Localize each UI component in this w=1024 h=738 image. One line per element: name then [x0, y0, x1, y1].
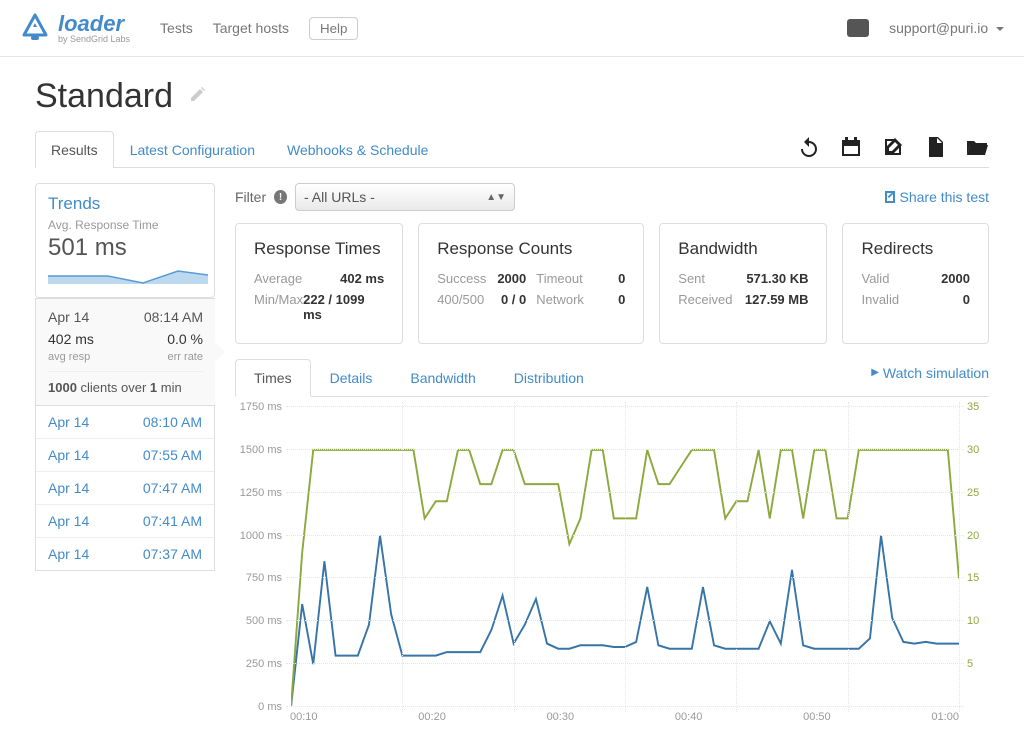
sub-tab-details[interactable]: Details: [311, 359, 392, 397]
main: Filter ! - All URLs - ▲▼ Share this test…: [235, 183, 989, 723]
history-item[interactable]: Apr 1407:41 AM: [36, 505, 214, 538]
history-item[interactable]: Apr 1407:37 AM: [36, 538, 214, 570]
filter-row: Filter ! - All URLs - ▲▼ Share this test: [235, 183, 989, 211]
filter-select[interactable]: - All URLs - ▲▼: [295, 183, 515, 211]
loader-logo-icon: [20, 13, 50, 43]
page-title: Standard: [35, 77, 173, 116]
document-icon[interactable]: [923, 135, 947, 159]
x-axis: 00:1000:2000:3000:4000:5001:00: [290, 711, 959, 723]
nav-target-hosts[interactable]: Target hosts: [213, 20, 289, 36]
main-tabs: Results Latest Configuration Webhooks & …: [35, 131, 989, 168]
watch-simulation-link[interactable]: ▶ Watch simulation: [871, 365, 989, 391]
sub-tab-distribution[interactable]: Distribution: [495, 359, 603, 397]
nav-tests[interactable]: Tests: [160, 20, 193, 36]
brand[interactable]: loader by SendGrid Labs: [20, 13, 130, 44]
nav-links: Tests Target hosts Help: [160, 17, 358, 40]
current-test-box[interactable]: Apr 14 08:14 AM 402 ms 0.0 % avg resp er…: [35, 298, 215, 406]
current-err-label: err rate: [168, 351, 203, 363]
card-bandwidth: Bandwidth Sent571.30 KB Received127.59 M…: [659, 223, 827, 344]
select-arrows-icon: ▲▼: [486, 192, 506, 203]
play-icon: ▶: [871, 367, 879, 378]
y-axis-left: 0 ms250 ms500 ms750 ms1000 ms1250 ms1500…: [235, 407, 290, 707]
tab-webhooks-schedule[interactable]: Webhooks & Schedule: [271, 131, 444, 168]
card-redirects: Redirects Valid2000 Invalid0: [842, 223, 989, 344]
metric-cards: Response Times Average402 ms Min/Max222 …: [235, 223, 989, 344]
current-resp-label: avg resp: [48, 351, 90, 363]
share-icon: [882, 190, 896, 204]
caret-down-icon: [996, 27, 1004, 31]
page-header: Standard: [0, 57, 1024, 116]
card-response-counts: Response Counts Success2000 400/5000 / 0…: [418, 223, 644, 344]
current-resp: 402 ms: [48, 331, 94, 347]
sidebar: Trends Avg. Response Time 501 ms Apr 14 …: [35, 183, 215, 723]
current-err: 0.0 %: [167, 331, 203, 347]
trends-title: Trends: [48, 194, 202, 214]
trends-subtitle: Avg. Response Time: [48, 218, 202, 232]
card-title: Bandwidth: [678, 239, 808, 259]
y-axis-right: 5101520253035: [959, 407, 989, 707]
user-menu[interactable]: support@puri.io: [889, 20, 1004, 36]
edit-icon[interactable]: [188, 84, 208, 110]
user-email: support@puri.io: [889, 20, 988, 36]
sub-tab-times[interactable]: Times: [235, 359, 311, 397]
calendar-icon[interactable]: [839, 135, 863, 159]
trends-value: 501 ms: [48, 234, 202, 262]
sub-tabs: Times Details Bandwidth Distribution ▶ W…: [235, 359, 989, 397]
chat-icon[interactable]: [847, 19, 869, 37]
trends-sparkline: [48, 266, 208, 284]
chart-plot[interactable]: [290, 407, 959, 707]
sub-tab-bandwidth[interactable]: Bandwidth: [391, 359, 494, 397]
help-button[interactable]: Help: [309, 17, 358, 40]
current-date: Apr 14: [48, 309, 89, 325]
history-item[interactable]: Apr 1407:47 AM: [36, 472, 214, 505]
history-list: Apr 1408:10 AM Apr 1407:55 AM Apr 1407:4…: [35, 406, 215, 571]
current-time: 08:14 AM: [144, 309, 203, 325]
edit-square-icon[interactable]: [881, 135, 905, 159]
folder-open-icon[interactable]: [965, 135, 989, 159]
action-icons: [797, 135, 989, 159]
trends-box[interactable]: Trends Avg. Response Time 501 ms: [35, 183, 215, 298]
card-response-times: Response Times Average402 ms Min/Max222 …: [235, 223, 403, 344]
clients-line: 1000 clients over 1 min: [48, 371, 203, 395]
card-title: Response Times: [254, 239, 384, 259]
card-title: Redirects: [861, 239, 970, 259]
chart-area: 0 ms250 ms500 ms750 ms1000 ms1250 ms1500…: [235, 407, 989, 707]
history-item[interactable]: Apr 1408:10 AM: [36, 406, 214, 439]
topbar: loader by SendGrid Labs Tests Target hos…: [0, 0, 1024, 57]
refresh-icon[interactable]: [797, 135, 821, 159]
tab-results[interactable]: Results: [35, 131, 114, 168]
tab-latest-configuration[interactable]: Latest Configuration: [114, 131, 271, 168]
content: Trends Avg. Response Time 501 ms Apr 14 …: [0, 168, 1024, 738]
share-link[interactable]: Share this test: [882, 189, 990, 205]
brand-subtitle: by SendGrid Labs: [58, 35, 130, 44]
filter-label: Filter: [235, 189, 266, 205]
brand-name: loader: [58, 13, 130, 35]
info-icon[interactable]: !: [274, 190, 287, 204]
history-item[interactable]: Apr 1407:55 AM: [36, 439, 214, 472]
filter-selected: - All URLs -: [304, 189, 375, 205]
card-title: Response Counts: [437, 239, 625, 259]
